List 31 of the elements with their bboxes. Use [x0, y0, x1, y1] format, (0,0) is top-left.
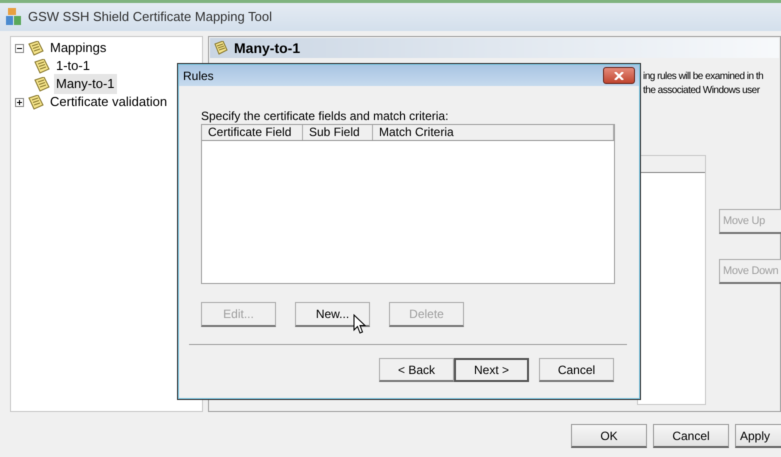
dialog-button[interactable]: Cancel: [653, 424, 729, 448]
column-header[interactable]: Match Criteria: [373, 125, 614, 140]
collapse-icon[interactable]: [15, 44, 24, 52]
tree-item[interactable]: Certificate validation: [48, 92, 170, 112]
list-button[interactable]: New...: [295, 302, 370, 327]
note-icon: [33, 76, 51, 92]
expand-icon[interactable]: [15, 98, 24, 106]
tree-item[interactable]: 1-to-1: [54, 56, 92, 76]
app-icon: [6, 8, 22, 26]
window-title: GSW SSH Shield Certificate Mapping Tool: [28, 8, 272, 26]
dialog-title: Rules: [183, 68, 214, 84]
note-icon: [27, 40, 45, 56]
close-button[interactable]: [603, 67, 635, 84]
nav-button[interactable]: Cancel: [539, 358, 614, 382]
tree-item[interactable]: Mappings: [48, 38, 108, 58]
description-text: ing rules will be examined in th: [643, 70, 764, 84]
instruction-text: Specify the certificate fields and match criteria:: [201, 108, 450, 123]
description-text: the associated Windows user: [643, 84, 761, 98]
mouse-pointer-icon: [353, 314, 366, 335]
tree-item[interactable]: Many-to-1: [54, 74, 117, 94]
column-header[interactable]: Certificate Field: [202, 125, 303, 140]
panel-title: Many-to-1: [234, 38, 300, 58]
nav-button[interactable]: < Back: [379, 358, 454, 382]
dialog-button[interactable]: OK: [571, 424, 647, 448]
nav-button[interactable]: Next >: [454, 358, 529, 382]
note-icon: [213, 41, 229, 55]
note-icon: [27, 94, 45, 110]
column-header[interactable]: Sub Field: [303, 125, 373, 140]
note-icon: [33, 58, 51, 74]
close-icon: [614, 72, 624, 80]
dialog-button[interactable]: Apply: [735, 424, 781, 448]
